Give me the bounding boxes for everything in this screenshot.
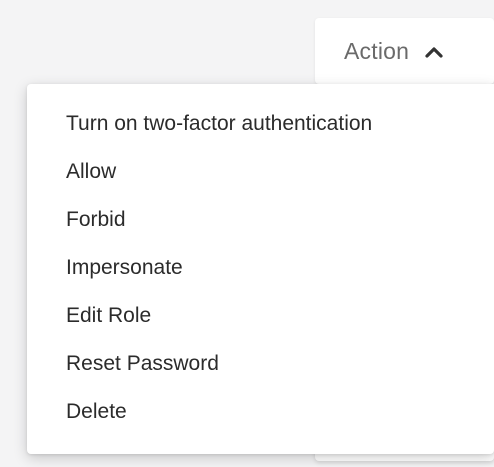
- menu-item-forbid[interactable]: Forbid: [27, 196, 494, 244]
- action-dropdown-menu: Turn on two-factor authentication Allow …: [27, 84, 494, 454]
- menu-item-two-factor[interactable]: Turn on two-factor authentication: [27, 100, 494, 148]
- page-stage: Action Turn on two-factor authentication…: [0, 0, 494, 467]
- menu-item-reset-password[interactable]: Reset Password: [27, 340, 494, 388]
- menu-item-delete[interactable]: Delete: [27, 388, 494, 436]
- action-dropdown-button[interactable]: Action: [315, 18, 494, 84]
- action-button-label: Action: [344, 37, 410, 64]
- chevron-up-icon: [423, 41, 445, 63]
- action-menu-list: Turn on two-factor authentication Allow …: [27, 100, 494, 436]
- menu-item-edit-role[interactable]: Edit Role: [27, 292, 494, 340]
- menu-item-impersonate[interactable]: Impersonate: [27, 244, 494, 292]
- menu-item-allow[interactable]: Allow: [27, 148, 494, 196]
